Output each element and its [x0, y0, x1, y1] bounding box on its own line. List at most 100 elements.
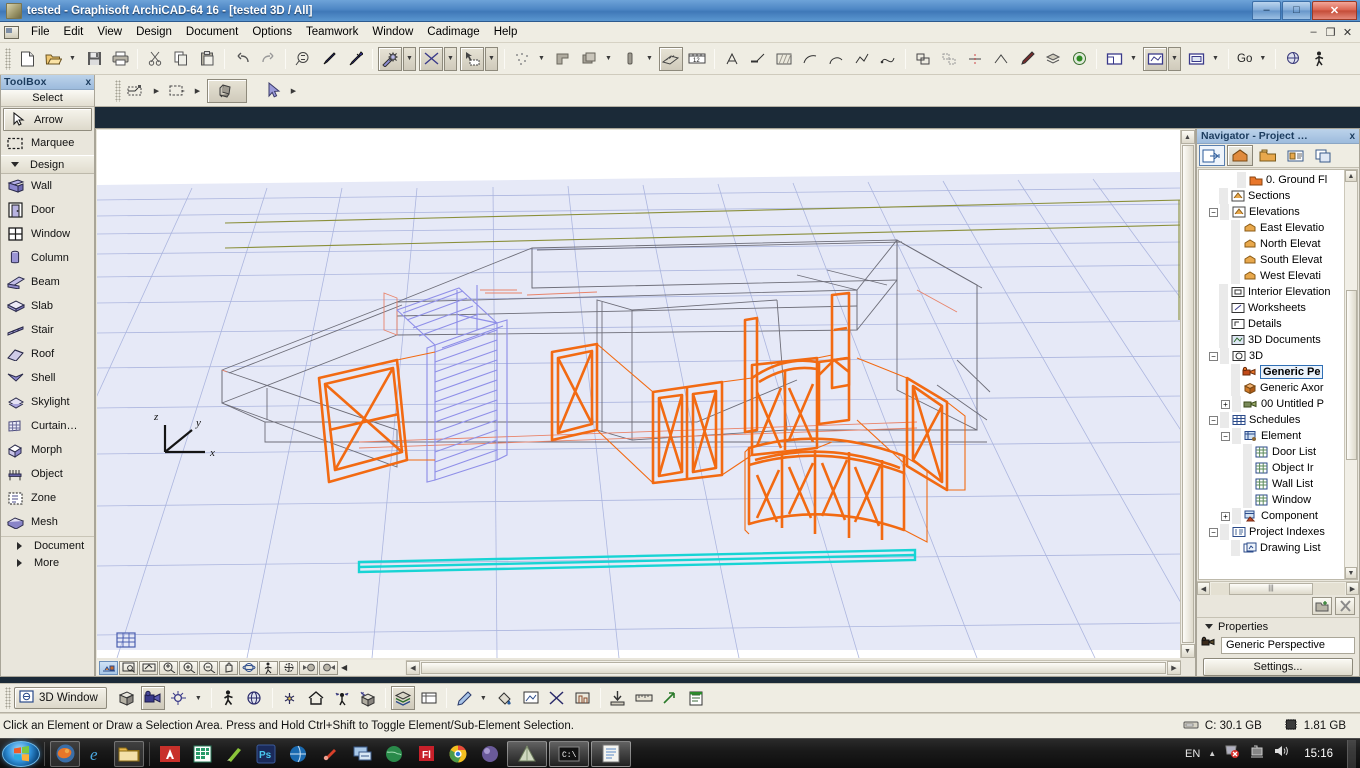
floorplan-view-icon[interactable]: [1102, 47, 1126, 71]
next-zoom-icon[interactable]: [319, 660, 338, 675]
toolbox-item-stair[interactable]: Stair: [1, 318, 94, 342]
toolbox-item-object[interactable]: Object: [1, 462, 94, 486]
rotate-cube-icon[interactable]: [207, 78, 247, 103]
arc-icon[interactable]: [824, 47, 848, 71]
nav-h-scroll-thumb[interactable]: |||: [1229, 582, 1313, 595]
menu-file[interactable]: File: [24, 24, 57, 40]
publish-icon[interactable]: [606, 686, 630, 710]
arrow-cursor-icon[interactable]: [262, 79, 286, 103]
dots-pattern-dropdown-icon[interactable]: ▼: [535, 47, 548, 71]
pen-set-dropdown-icon[interactable]: ▼: [477, 686, 490, 710]
menu-view[interactable]: View: [90, 24, 129, 40]
new-view-icon[interactable]: [1312, 597, 1332, 615]
toolbar-grip[interactable]: [5, 47, 11, 70]
menu-design[interactable]: Design: [129, 24, 179, 40]
line-icon[interactable]: [798, 47, 822, 71]
label-icon[interactable]: [746, 47, 770, 71]
toolbox-item-mesh[interactable]: Mesh: [1, 510, 94, 534]
tree-expander[interactable]: −: [1209, 207, 1218, 217]
toolbox-item-shell[interactable]: Shell: [1, 366, 94, 390]
tree-item-south-elevation[interactable]: South Elevat: [1199, 252, 1349, 268]
unknown-red-icon[interactable]: [315, 741, 345, 767]
sparkle-block-icon[interactable]: [356, 686, 380, 710]
taskbar-clock[interactable]: 15:16: [1298, 748, 1339, 760]
marquee-select-icon[interactable]: [125, 79, 149, 103]
cross-tool-icon[interactable]: [545, 686, 569, 710]
view3d-icon[interactable]: [1143, 46, 1167, 71]
corner-shape-icon[interactable]: [551, 47, 575, 71]
toolbox-group-design[interactable]: Design: [1, 155, 94, 174]
floorplan-dropdown-icon[interactable]: ▼: [1127, 47, 1140, 71]
spline-icon[interactable]: [876, 47, 900, 71]
tree-item-sections[interactable]: Sections: [1199, 188, 1349, 204]
selection-info-icon[interactable]: [460, 46, 484, 71]
zoom-in-icon[interactable]: [179, 660, 198, 675]
volume-icon[interactable]: [1273, 744, 1290, 763]
3d-viewport[interactable]: z y x: [97, 130, 1182, 658]
polyline-icon[interactable]: [850, 47, 874, 71]
redo-icon[interactable]: [256, 47, 280, 71]
photoshop-icon[interactable]: Ps: [251, 741, 281, 767]
chrome-icon[interactable]: [443, 741, 473, 767]
tree-item-interior-elevations[interactable]: Interior Elevation: [1199, 284, 1349, 300]
toolbox-group-document[interactable]: Document: [1, 536, 94, 554]
orbit-icon[interactable]: [239, 660, 258, 675]
toolbox-item-roof[interactable]: Roof: [1, 342, 94, 366]
tree-scroll-down-icon[interactable]: ▼: [1345, 567, 1357, 579]
previous-zoom-icon[interactable]: [299, 660, 318, 675]
toolbox-close-icon[interactable]: x: [85, 77, 91, 88]
walk-icon[interactable]: [217, 686, 241, 710]
layer-icon[interactable]: [1041, 47, 1065, 71]
viewport-horizontal-scrollbar[interactable]: ◀ ▶: [406, 660, 1181, 675]
minimize-button[interactable]: –: [1252, 0, 1281, 20]
toolbox-group-more[interactable]: More: [1, 554, 94, 572]
earth-icon[interactable]: [379, 741, 409, 767]
settings-button[interactable]: Settings...: [1203, 658, 1353, 676]
zoom-region-icon[interactable]: [139, 660, 158, 675]
tree-expander[interactable]: −: [1209, 415, 1218, 425]
toolbox-item-beam[interactable]: Beam: [1, 270, 94, 294]
spreadsheet-icon[interactable]: [187, 741, 217, 767]
tree-item-worksheets[interactable]: Worksheets: [1199, 300, 1349, 316]
toolbox-item-door[interactable]: Door: [1, 198, 94, 222]
nav-overflow-icon[interactable]: ◀: [339, 663, 347, 672]
view-mode-dropdown-icon[interactable]: ▼: [192, 686, 205, 710]
mdi-restore-button[interactable]: ❐: [1323, 26, 1338, 39]
close-button[interactable]: ✕: [1312, 0, 1357, 20]
solid-shape-icon[interactable]: [577, 47, 601, 71]
tree-item-wall-list[interactable]: Wall List: [1199, 476, 1349, 492]
tree-item-untitled-perspective[interactable]: + 00 Untitled P: [1199, 396, 1349, 412]
tree-expander[interactable]: −: [1221, 431, 1230, 441]
network-icon[interactable]: [1249, 744, 1265, 764]
start-button[interactable]: [2, 740, 40, 767]
reset-view-icon[interactable]: [279, 660, 298, 675]
bottom-toolbar-grip[interactable]: [5, 687, 11, 709]
arrow-cursor-dropdown-icon[interactable]: ▶: [287, 79, 300, 103]
scroll-up-icon[interactable]: ▲: [1180, 130, 1195, 144]
pan-hand-icon[interactable]: [219, 660, 238, 675]
green-arrow-icon[interactable]: [658, 686, 682, 710]
navigator-tree[interactable]: ▲ ▼ 0. Ground Fl Sections − Elevations E…: [1198, 169, 1358, 580]
undo-icon[interactable]: [230, 47, 254, 71]
3d-window-button[interactable]: 3D Window: [14, 687, 107, 709]
tree-item-project-indexes[interactable]: − Project Indexes: [1199, 524, 1349, 540]
tree-expander[interactable]: −: [1209, 527, 1218, 537]
marquee-select-dropdown-icon[interactable]: ▶: [150, 79, 163, 103]
trim-icon[interactable]: [963, 47, 987, 71]
marquee-area-dropdown-icon[interactable]: ▶: [191, 79, 204, 103]
paste-icon[interactable]: [195, 47, 219, 71]
archicad-icon[interactable]: [507, 740, 547, 767]
home-icon[interactable]: [304, 686, 328, 710]
tree-item-door-list[interactable]: Door List: [1199, 444, 1349, 460]
globe-render-icon[interactable]: [1281, 47, 1305, 71]
walkthrough-icon[interactable]: [259, 660, 278, 675]
sparkle-person-icon[interactable]: [330, 686, 354, 710]
open-icon[interactable]: [41, 47, 65, 71]
viewport-vertical-scrollbar[interactable]: ▲ ▼: [1180, 130, 1195, 658]
menu-edit[interactable]: Edit: [57, 24, 91, 40]
toolbox-item-morph[interactable]: Morph: [1, 438, 94, 462]
tree-item-window-list[interactable]: Window: [1199, 492, 1349, 508]
cut-icon[interactable]: [143, 47, 167, 71]
layer-settings-icon[interactable]: [390, 686, 415, 710]
navigator-layout-book-icon[interactable]: [1283, 145, 1309, 166]
